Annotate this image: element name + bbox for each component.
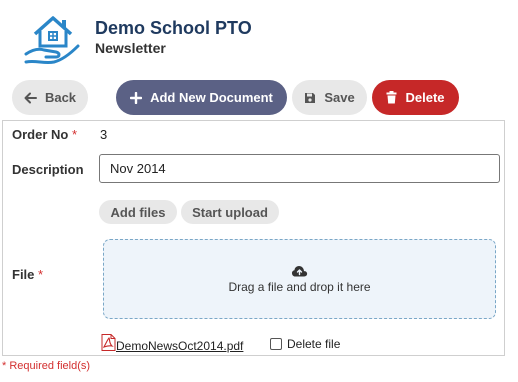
toolbar: Back Add New Document Save Delete [0,80,518,116]
document-form: Order No * 3 Description Add files Start… [2,120,505,356]
file-dropzone[interactable]: Drag a file and drop it here [103,239,496,319]
save-button-label: Save [324,90,355,105]
delete-button[interactable]: Delete [372,80,459,115]
delete-file-checkbox[interactable] [270,338,282,350]
plus-icon [130,91,143,104]
pdf-file-icon [101,334,116,351]
order-no-label: Order No * [12,127,77,142]
description-label: Description [12,162,84,177]
org-title: Demo School PTO [95,18,252,38]
floppy-disk-icon [305,92,316,103]
delete-file-label: Delete file [287,337,341,351]
attached-file-link[interactable]: DemoNewsOct2014.pdf [116,339,243,353]
trash-icon [386,91,397,104]
back-button-label: Back [44,90,77,105]
file-label-text: File [12,267,35,282]
order-no-value: 3 [100,127,108,142]
save-button[interactable]: Save [292,80,367,115]
arrow-left-icon [24,92,37,103]
back-button[interactable]: Back [12,80,88,115]
required-marker: * [38,267,44,282]
dropzone-text: Drag a file and drop it here [228,280,371,294]
add-files-button[interactable]: Add files [99,200,177,224]
house-in-hand-icon [22,10,84,70]
order-no-label-text: Order No [12,127,69,142]
add-new-document-button[interactable]: Add New Document [116,80,287,115]
add-new-document-label: Add New Document [150,90,273,105]
start-upload-button[interactable]: Start upload [181,200,279,224]
cloud-upload-icon [291,266,308,277]
page-subtitle: Newsletter [95,40,166,56]
file-label: File * [12,267,43,282]
delete-button-label: Delete [405,90,445,105]
required-marker: * [71,127,78,142]
required-fields-note: * Required field(s) [2,360,91,372]
description-input[interactable] [99,154,500,183]
